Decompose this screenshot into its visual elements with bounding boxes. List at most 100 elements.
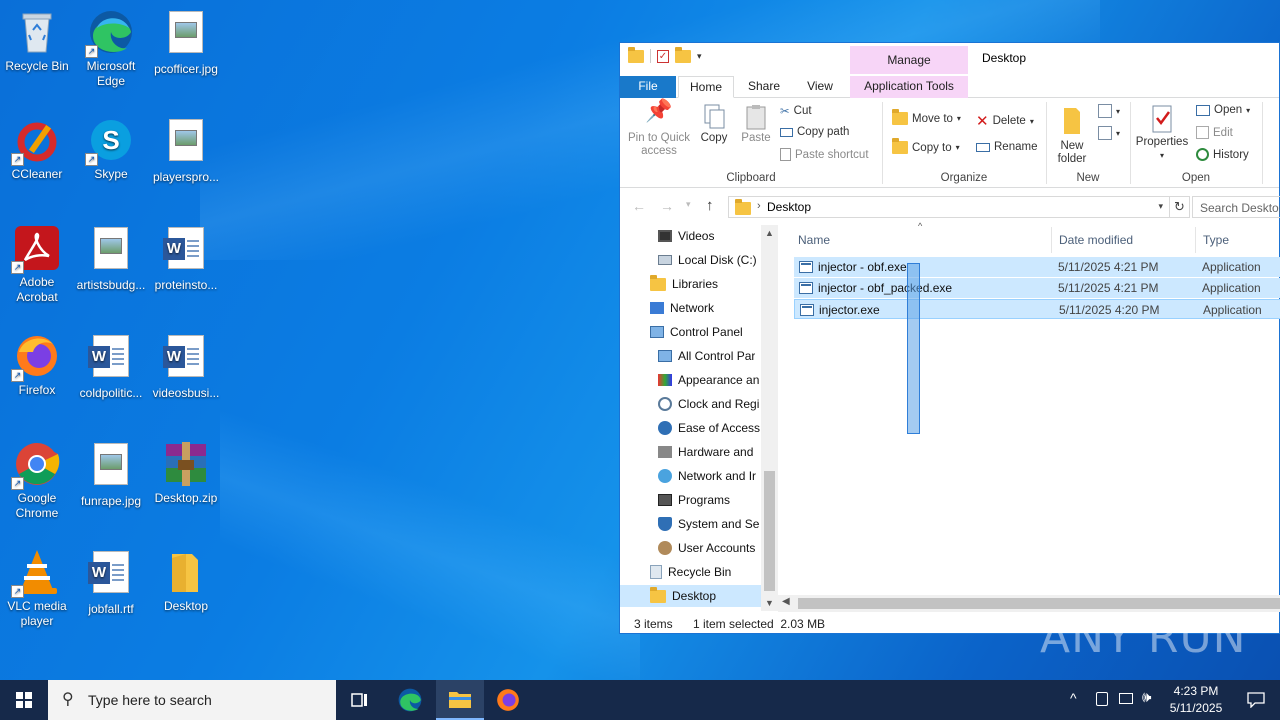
nav-item-control-panel[interactable]: Control Panel <box>650 321 743 343</box>
pin-quick-access-button[interactable]: 📌 Pin to Quick access <box>626 100 692 158</box>
nav-item-ease-of-access[interactable]: Ease of Access <box>658 417 760 439</box>
nav-item-all-control-panel[interactable]: All Control Par <box>658 345 755 367</box>
table-row[interactable]: injector - obf_packed.exe 5/11/2025 4:21… <box>794 278 1280 298</box>
scroll-up-arrow-icon[interactable]: ▲ <box>761 225 778 241</box>
desktop-icon-ccleaner[interactable]: ↗ CCleaner <box>0 116 74 182</box>
new-folder-icon <box>1052 104 1092 140</box>
nav-item-hardware[interactable]: Hardware and <box>658 441 753 463</box>
desktop-icon-desktop-folder[interactable]: Desktop <box>149 548 223 614</box>
rename-button[interactable]: Rename <box>976 141 1037 153</box>
copy-button[interactable]: Copy <box>696 104 732 145</box>
taskbar-clock[interactable]: 4:23 PM 5/11/2025 <box>1160 683 1232 717</box>
desktop-icon-adobe-acrobat[interactable]: ↗ Adobe Acrobat <box>0 224 74 305</box>
new-folder-icon[interactable] <box>675 46 691 63</box>
easy-access-icon <box>1098 126 1112 140</box>
desktop-icon-proteinsto[interactable]: W proteinsto... <box>149 224 223 293</box>
taskbar-file-explorer[interactable] <box>436 680 484 720</box>
properties-button[interactable]: Properties ▾ <box>1134 104 1190 162</box>
taskbar-edge[interactable] <box>386 680 434 720</box>
nav-item-user-accounts[interactable]: User Accounts <box>658 537 755 559</box>
taskbar-search-box[interactable]: ⚲ Type here to search <box>48 680 336 720</box>
recent-chevron-icon[interactable]: ▾ <box>686 199 691 210</box>
desktop-icon-desktop-zip[interactable]: Desktop.zip <box>149 440 223 506</box>
nav-item-recycle-bin[interactable]: Recycle Bin <box>650 561 731 583</box>
taskbar-firefox[interactable] <box>484 680 532 720</box>
scroll-thumb[interactable] <box>798 598 1280 609</box>
nav-item-libraries[interactable]: Libraries <box>650 273 718 295</box>
nav-item-local-disk[interactable]: Local Disk (C:) <box>658 249 757 271</box>
move-to-button[interactable]: Move to ▾ <box>892 109 961 125</box>
paste-shortcut-button[interactable]: Paste shortcut <box>780 148 869 161</box>
address-box[interactable]: › Desktop ▾ <box>728 196 1170 218</box>
scroll-left-arrow-icon[interactable]: ◀ <box>782 596 790 607</box>
desktop-icon-playerspro[interactable]: playerspro... <box>149 116 223 185</box>
refresh-button[interactable]: ↻ <box>1170 196 1190 218</box>
paste-button[interactable]: Paste <box>738 104 774 145</box>
history-button[interactable]: History <box>1196 148 1249 161</box>
forward-arrow-icon[interactable]: → <box>660 198 674 214</box>
desktop-icon-funrape[interactable]: funrape.jpg <box>74 440 148 509</box>
desktop-icon-vlc[interactable]: ↗ VLC media player <box>0 548 74 629</box>
back-arrow-icon[interactable]: ← <box>632 198 646 214</box>
chevron-up-icon[interactable]: ^ <box>1070 690 1077 706</box>
search-input[interactable]: Search Desktop <box>1192 196 1280 218</box>
copy-icon <box>696 104 732 132</box>
desktop-icon-videosbusi[interactable]: W videosbusi... <box>149 332 223 401</box>
desktop-icon-artistsbudg[interactable]: artistsbudg... <box>74 224 148 293</box>
security-icon[interactable] <box>1096 692 1108 706</box>
copy-to-button[interactable]: Copy to ▾ <box>892 138 960 154</box>
nav-scrollbar[interactable]: ▲ ▼ <box>761 225 778 611</box>
desktop-icon-microsoft-edge[interactable]: ↗ Microsoft Edge <box>74 8 148 89</box>
up-arrow-icon[interactable]: ↑ <box>706 197 714 214</box>
open-button[interactable]: Open ▾ <box>1196 104 1250 116</box>
easy-access-button[interactable]: ▾ <box>1098 126 1120 140</box>
tab-home[interactable]: Home <box>678 76 734 98</box>
scroll-down-arrow-icon[interactable]: ▼ <box>761 595 778 611</box>
vlc-icon: ↗ <box>11 548 61 598</box>
tab-file[interactable]: File <box>620 76 676 98</box>
desktop-icon-google-chrome[interactable]: ↗ Google Chrome <box>0 440 74 521</box>
horizontal-scrollbar[interactable]: ◀ <box>778 595 1280 612</box>
desktop-icon-recycle-bin[interactable]: Recycle Bin <box>0 8 74 74</box>
desktop-icon-firefox[interactable]: ↗ Firefox <box>0 332 74 398</box>
nav-item-programs[interactable]: Programs <box>658 489 730 511</box>
volume-icon[interactable]: 🕪 <box>1142 689 1151 706</box>
table-row[interactable]: injector.exe 5/11/2025 4:20 PM Applicati… <box>794 299 1280 319</box>
nav-item-appearance[interactable]: Appearance an <box>658 369 759 391</box>
desktop-icon-coldpolitic[interactable]: W coldpolitic... <box>74 332 148 401</box>
new-item-button[interactable]: ▾ <box>1098 104 1120 118</box>
edit-button[interactable]: Edit <box>1196 126 1233 139</box>
nav-item-clock-region[interactable]: Clock and Regi <box>658 393 759 415</box>
nav-item-system-security[interactable]: System and Se <box>658 513 759 535</box>
file-type: Application <box>1203 303 1262 317</box>
copy-path-button[interactable]: Copy path <box>780 126 849 138</box>
column-header-date[interactable]: Date modified <box>1059 233 1133 247</box>
tab-application-tools[interactable]: Application Tools <box>850 76 968 98</box>
properties-check-icon[interactable]: ✓ <box>657 49 669 63</box>
column-header-name[interactable]: Name <box>798 233 830 247</box>
cut-button[interactable]: ✂ Cut <box>780 104 812 118</box>
pin-label: Pin to Quick access <box>628 132 690 157</box>
delete-button[interactable]: ✕ Delete ▾ <box>976 112 1034 130</box>
nav-item-network[interactable]: Network <box>650 297 714 319</box>
table-row[interactable]: injector - obf.exe 5/11/2025 4:21 PM App… <box>794 257 1280 277</box>
desktop-icon-skype[interactable]: S ↗ Skype <box>74 116 148 182</box>
chevron-down-icon[interactable]: ▾ <box>697 51 702 62</box>
tab-view[interactable]: View <box>800 76 840 98</box>
column-header-type[interactable]: Type <box>1203 233 1229 247</box>
tab-share[interactable]: Share <box>744 76 784 98</box>
new-folder-button[interactable]: New folder <box>1052 104 1092 166</box>
network-icon[interactable] <box>1119 693 1133 704</box>
breadcrumb-desktop[interactable]: Desktop <box>767 200 811 214</box>
desktop-icon-jobfall[interactable]: W jobfall.rtf <box>74 548 148 617</box>
start-button[interactable] <box>0 680 48 720</box>
nav-item-network-internet[interactable]: Network and Ir <box>658 465 756 487</box>
desktop-icon-pcofficer[interactable]: pcofficer.jpg <box>149 8 223 77</box>
scroll-thumb[interactable] <box>764 471 775 591</box>
notifications-button[interactable] <box>1232 680 1280 720</box>
nav-item-desktop[interactable]: Desktop <box>620 585 761 607</box>
address-dropdown-icon[interactable]: ▾ <box>1158 201 1163 212</box>
nav-item-videos[interactable]: Videos <box>658 225 714 247</box>
task-view-button[interactable] <box>336 680 384 720</box>
programs-icon <box>658 494 672 506</box>
